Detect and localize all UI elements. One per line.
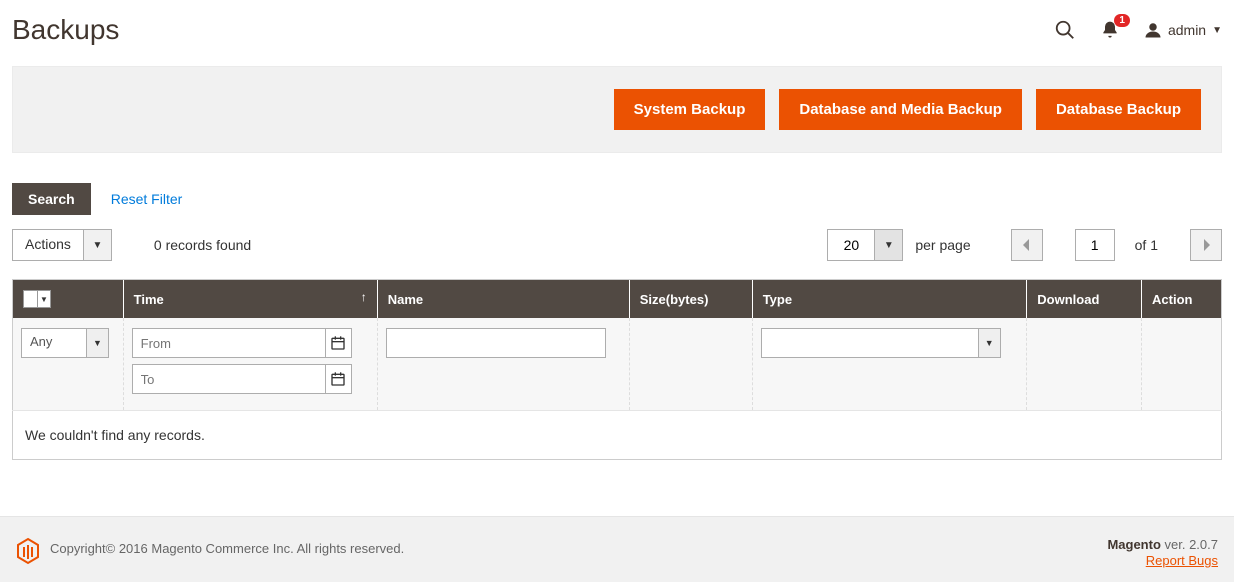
system-backup-button[interactable]: System Backup — [614, 89, 766, 130]
chevron-down-icon: ▼ — [38, 295, 50, 304]
grid-toolbar-top: Search Reset Filter — [12, 183, 1222, 215]
column-header-type[interactable]: Type — [752, 280, 1027, 319]
search-icon[interactable] — [1054, 19, 1076, 41]
chevron-right-icon — [1201, 239, 1211, 251]
chevron-down-icon: ▼ — [978, 329, 1000, 357]
prev-page-button[interactable] — [1011, 229, 1043, 261]
magento-logo-icon — [16, 537, 40, 565]
column-header-name[interactable]: Name — [377, 280, 629, 319]
grid-filter-row: Any ▼ — [13, 318, 1222, 411]
filter-time-to — [132, 364, 352, 394]
page-footer: Copyright© 2016 Magento Commerce Inc. Al… — [0, 516, 1234, 582]
column-header-action[interactable]: Action — [1142, 280, 1222, 319]
column-header-size[interactable]: Size(bytes) — [629, 280, 752, 319]
column-header-select[interactable]: ▼ — [13, 280, 124, 319]
grid-header-row: ▼ Time ↑ Name Size(bytes) Type Download … — [13, 280, 1222, 319]
filter-select-any[interactable]: Any ▼ — [21, 328, 109, 358]
chevron-left-icon — [1022, 239, 1032, 251]
calendar-icon[interactable] — [325, 329, 351, 357]
chevron-down-icon: ▼ — [874, 230, 902, 260]
filter-type-select[interactable]: ▼ — [761, 328, 1001, 358]
per-page-select[interactable]: ▼ — [827, 229, 903, 261]
sort-asc-icon: ↑ — [361, 290, 367, 304]
version-line: Magento ver. 2.0.7 — [1107, 537, 1218, 552]
filter-name-input[interactable] — [386, 328, 606, 358]
pager-group: ▼ per page of 1 — [827, 229, 1222, 261]
page-title: Backups — [12, 14, 1054, 46]
filter-time-from — [132, 328, 352, 358]
select-all-checkbox[interactable]: ▼ — [23, 290, 51, 308]
database-backup-button[interactable]: Database Backup — [1036, 89, 1201, 130]
admin-user-menu[interactable]: admin ▼ — [1144, 21, 1222, 39]
chevron-down-icon: ▼ — [86, 329, 108, 357]
search-button[interactable]: Search — [12, 183, 91, 215]
column-header-time[interactable]: Time ↑ — [123, 280, 377, 319]
header-actions: 1 admin ▼ — [1054, 19, 1222, 41]
page-header: Backups 1 admin ▼ — [0, 0, 1234, 66]
admin-user-label: admin — [1168, 22, 1206, 38]
notification-badge: 1 — [1114, 14, 1130, 27]
report-bugs-link[interactable]: Report Bugs — [1146, 553, 1218, 568]
chevron-down-icon: ▼ — [1212, 25, 1222, 36]
notifications-icon[interactable]: 1 — [1100, 20, 1120, 40]
chevron-down-icon: ▼ — [83, 230, 111, 260]
copyright-text: Copyright© 2016 Magento Commerce Inc. Al… — [50, 541, 404, 556]
grid-empty-text: We couldn't find any records. — [13, 411, 1222, 460]
column-header-download[interactable]: Download — [1027, 280, 1142, 319]
grid-empty-row: We couldn't find any records. — [13, 411, 1222, 460]
of-pages-label: of 1 — [1135, 237, 1158, 253]
next-page-button[interactable] — [1190, 229, 1222, 261]
calendar-icon[interactable] — [325, 365, 351, 393]
reset-filter-link[interactable]: Reset Filter — [111, 191, 183, 207]
page-actions-bar: System Backup Database and Media Backup … — [12, 66, 1222, 153]
grid-wrapper: ▼ Time ↑ Name Size(bytes) Type Download … — [12, 279, 1222, 460]
per-page-input[interactable] — [828, 230, 874, 260]
user-icon — [1144, 21, 1162, 39]
filter-time-from-input[interactable] — [133, 329, 325, 357]
backups-grid: ▼ Time ↑ Name Size(bytes) Type Download … — [12, 279, 1222, 460]
mass-actions-label: Actions — [13, 230, 83, 260]
per-page-label: per page — [915, 237, 970, 253]
mass-actions-select[interactable]: Actions ▼ — [12, 229, 112, 261]
footer-right: Magento ver. 2.0.7 Report Bugs — [1107, 537, 1218, 568]
grid-toolbar-mid: Actions ▼ 0 records found ▼ per page of … — [12, 229, 1222, 261]
records-found-text: 0 records found — [154, 237, 251, 253]
current-page-input[interactable] — [1075, 229, 1115, 261]
filter-time-to-input[interactable] — [133, 365, 325, 393]
database-media-backup-button[interactable]: Database and Media Backup — [779, 89, 1022, 130]
